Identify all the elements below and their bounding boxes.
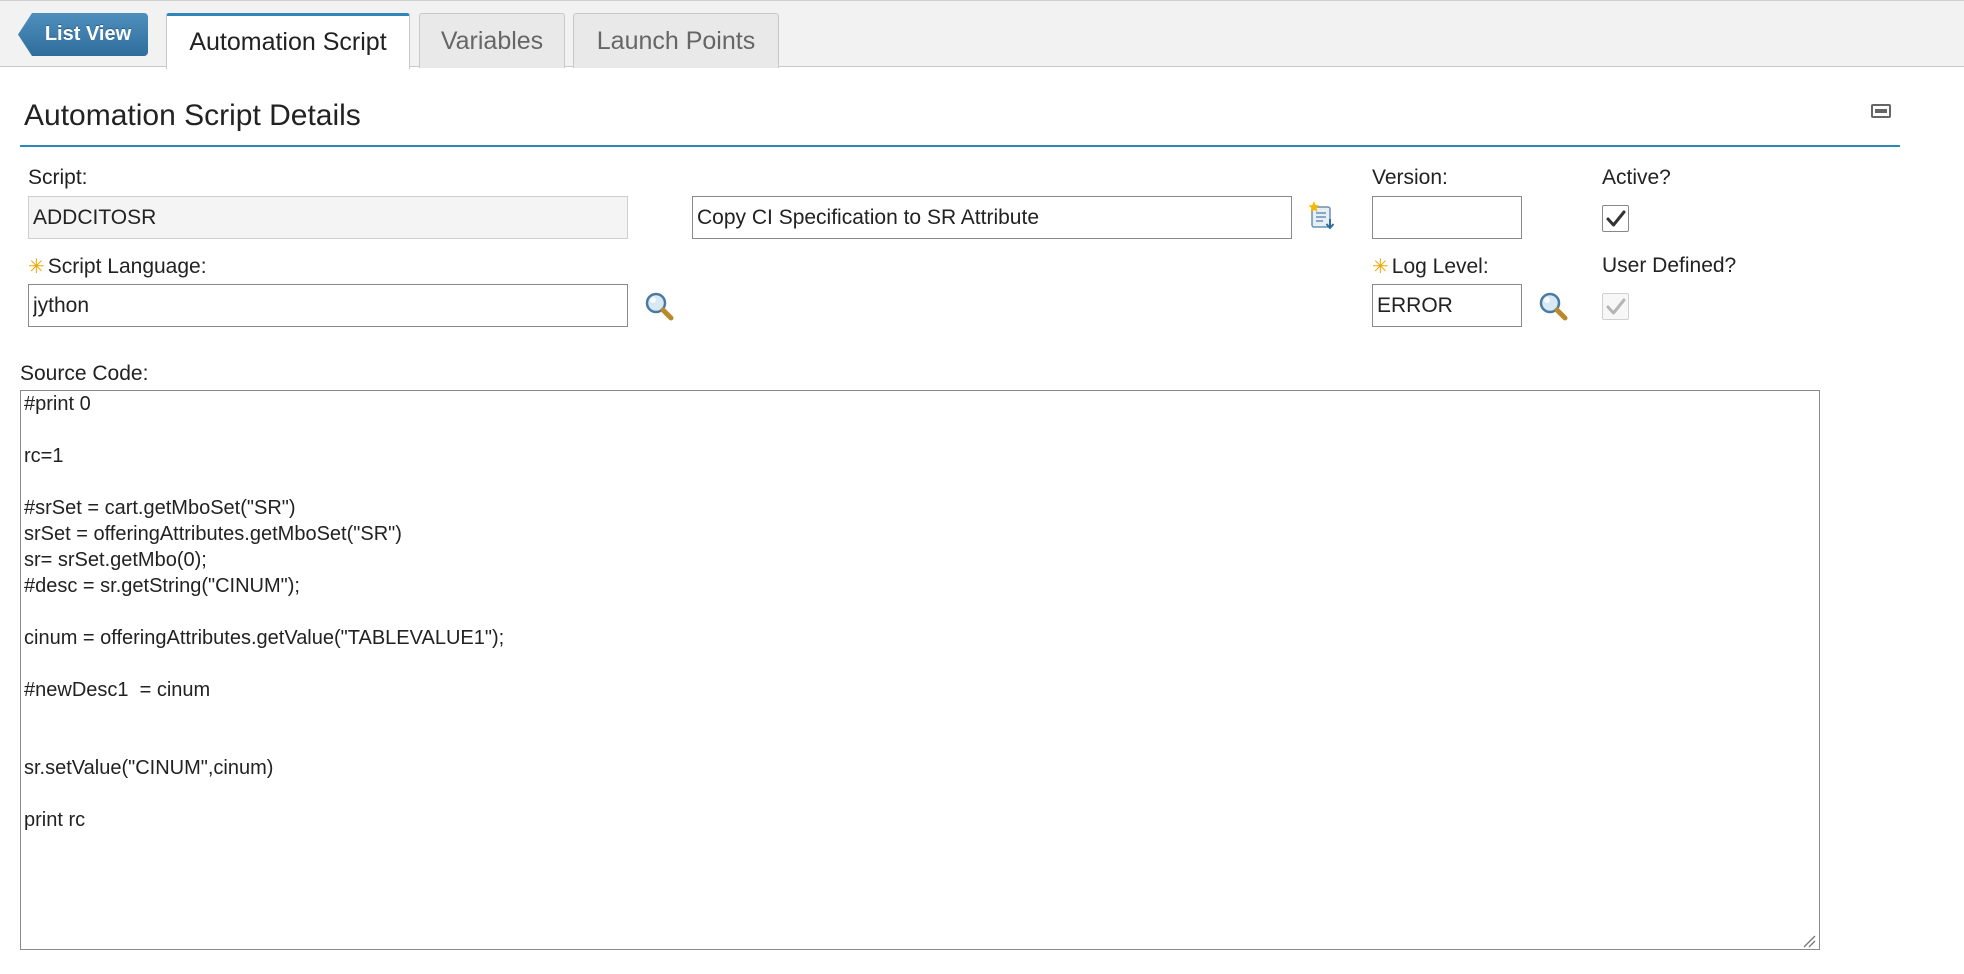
script-language-label: ✳ Script Language: [28,255,207,278]
version-field[interactable] [1372,196,1522,239]
collapse-section-icon[interactable] [1871,104,1891,118]
log-level-field[interactable] [1372,284,1522,327]
active-checkbox[interactable] [1602,205,1629,232]
section-divider [20,145,1900,147]
tab-automation-script[interactable]: Automation Script [166,13,410,69]
log-level-label: ✳ Log Level: [1372,255,1489,278]
detail-menu-icon[interactable] [1306,199,1338,231]
script-label: Script: [28,166,88,189]
source-code-editor[interactable]: #print 0 rc=1 #srSet = cart.getMboSet("S… [20,390,1820,950]
required-marker-icon: ✳ [1372,256,1389,278]
log-level-magnifier-icon[interactable] [1537,290,1569,322]
source-code-label: Source Code: [20,362,149,385]
user-defined-label: User Defined? [1602,254,1737,277]
version-label: Version: [1372,166,1448,189]
tab-variables[interactable]: Variables [419,13,565,68]
list-view-button[interactable]: List View [18,13,148,56]
script-name-field[interactable] [28,196,628,239]
resize-handle-icon[interactable] [1800,932,1816,948]
section-title: Automation Script Details [24,99,361,132]
script-language-field[interactable] [28,284,628,327]
active-label: Active? [1602,166,1671,189]
tab-launch-points[interactable]: Launch Points [573,13,779,68]
script-description-field[interactable] [692,196,1292,239]
checkmark-icon [1606,298,1625,314]
tab-bar: List View Automation Script Variables La… [0,0,1964,69]
required-marker-icon: ✳ [28,256,45,278]
user-defined-checkbox [1602,293,1629,320]
script-language-magnifier-icon[interactable] [643,290,675,322]
checkmark-icon [1606,210,1625,226]
